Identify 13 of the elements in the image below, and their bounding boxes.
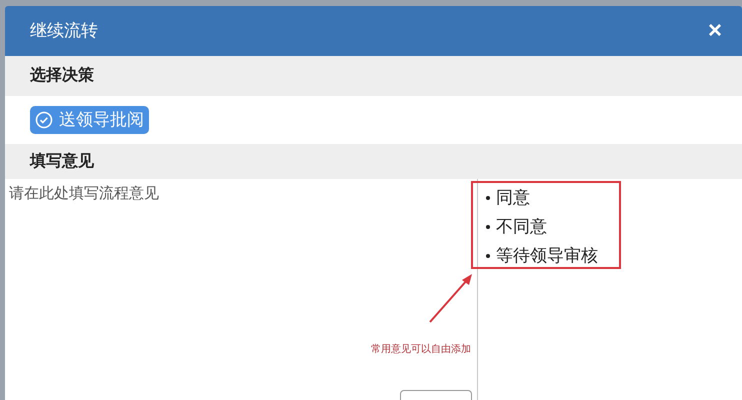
bullet-icon (486, 224, 490, 228)
dialog-title: 继续流转 (30, 20, 98, 42)
section-heading: 选择决策 (30, 66, 94, 86)
bullet-icon (486, 254, 490, 258)
annotation-note: 常用意见可以自由添加 (371, 342, 471, 357)
close-button[interactable]: × (708, 19, 722, 43)
common-opinion-item[interactable]: 等待领导审核 (486, 241, 742, 270)
common-opinion-item[interactable]: 不同意 (486, 212, 742, 241)
common-opinion-item[interactable]: 同意 (486, 183, 742, 212)
check-circle-icon (35, 111, 53, 129)
section-heading: 填写意见 (30, 151, 94, 172)
bullet-icon (486, 196, 490, 200)
annotation-arrow (428, 272, 474, 324)
